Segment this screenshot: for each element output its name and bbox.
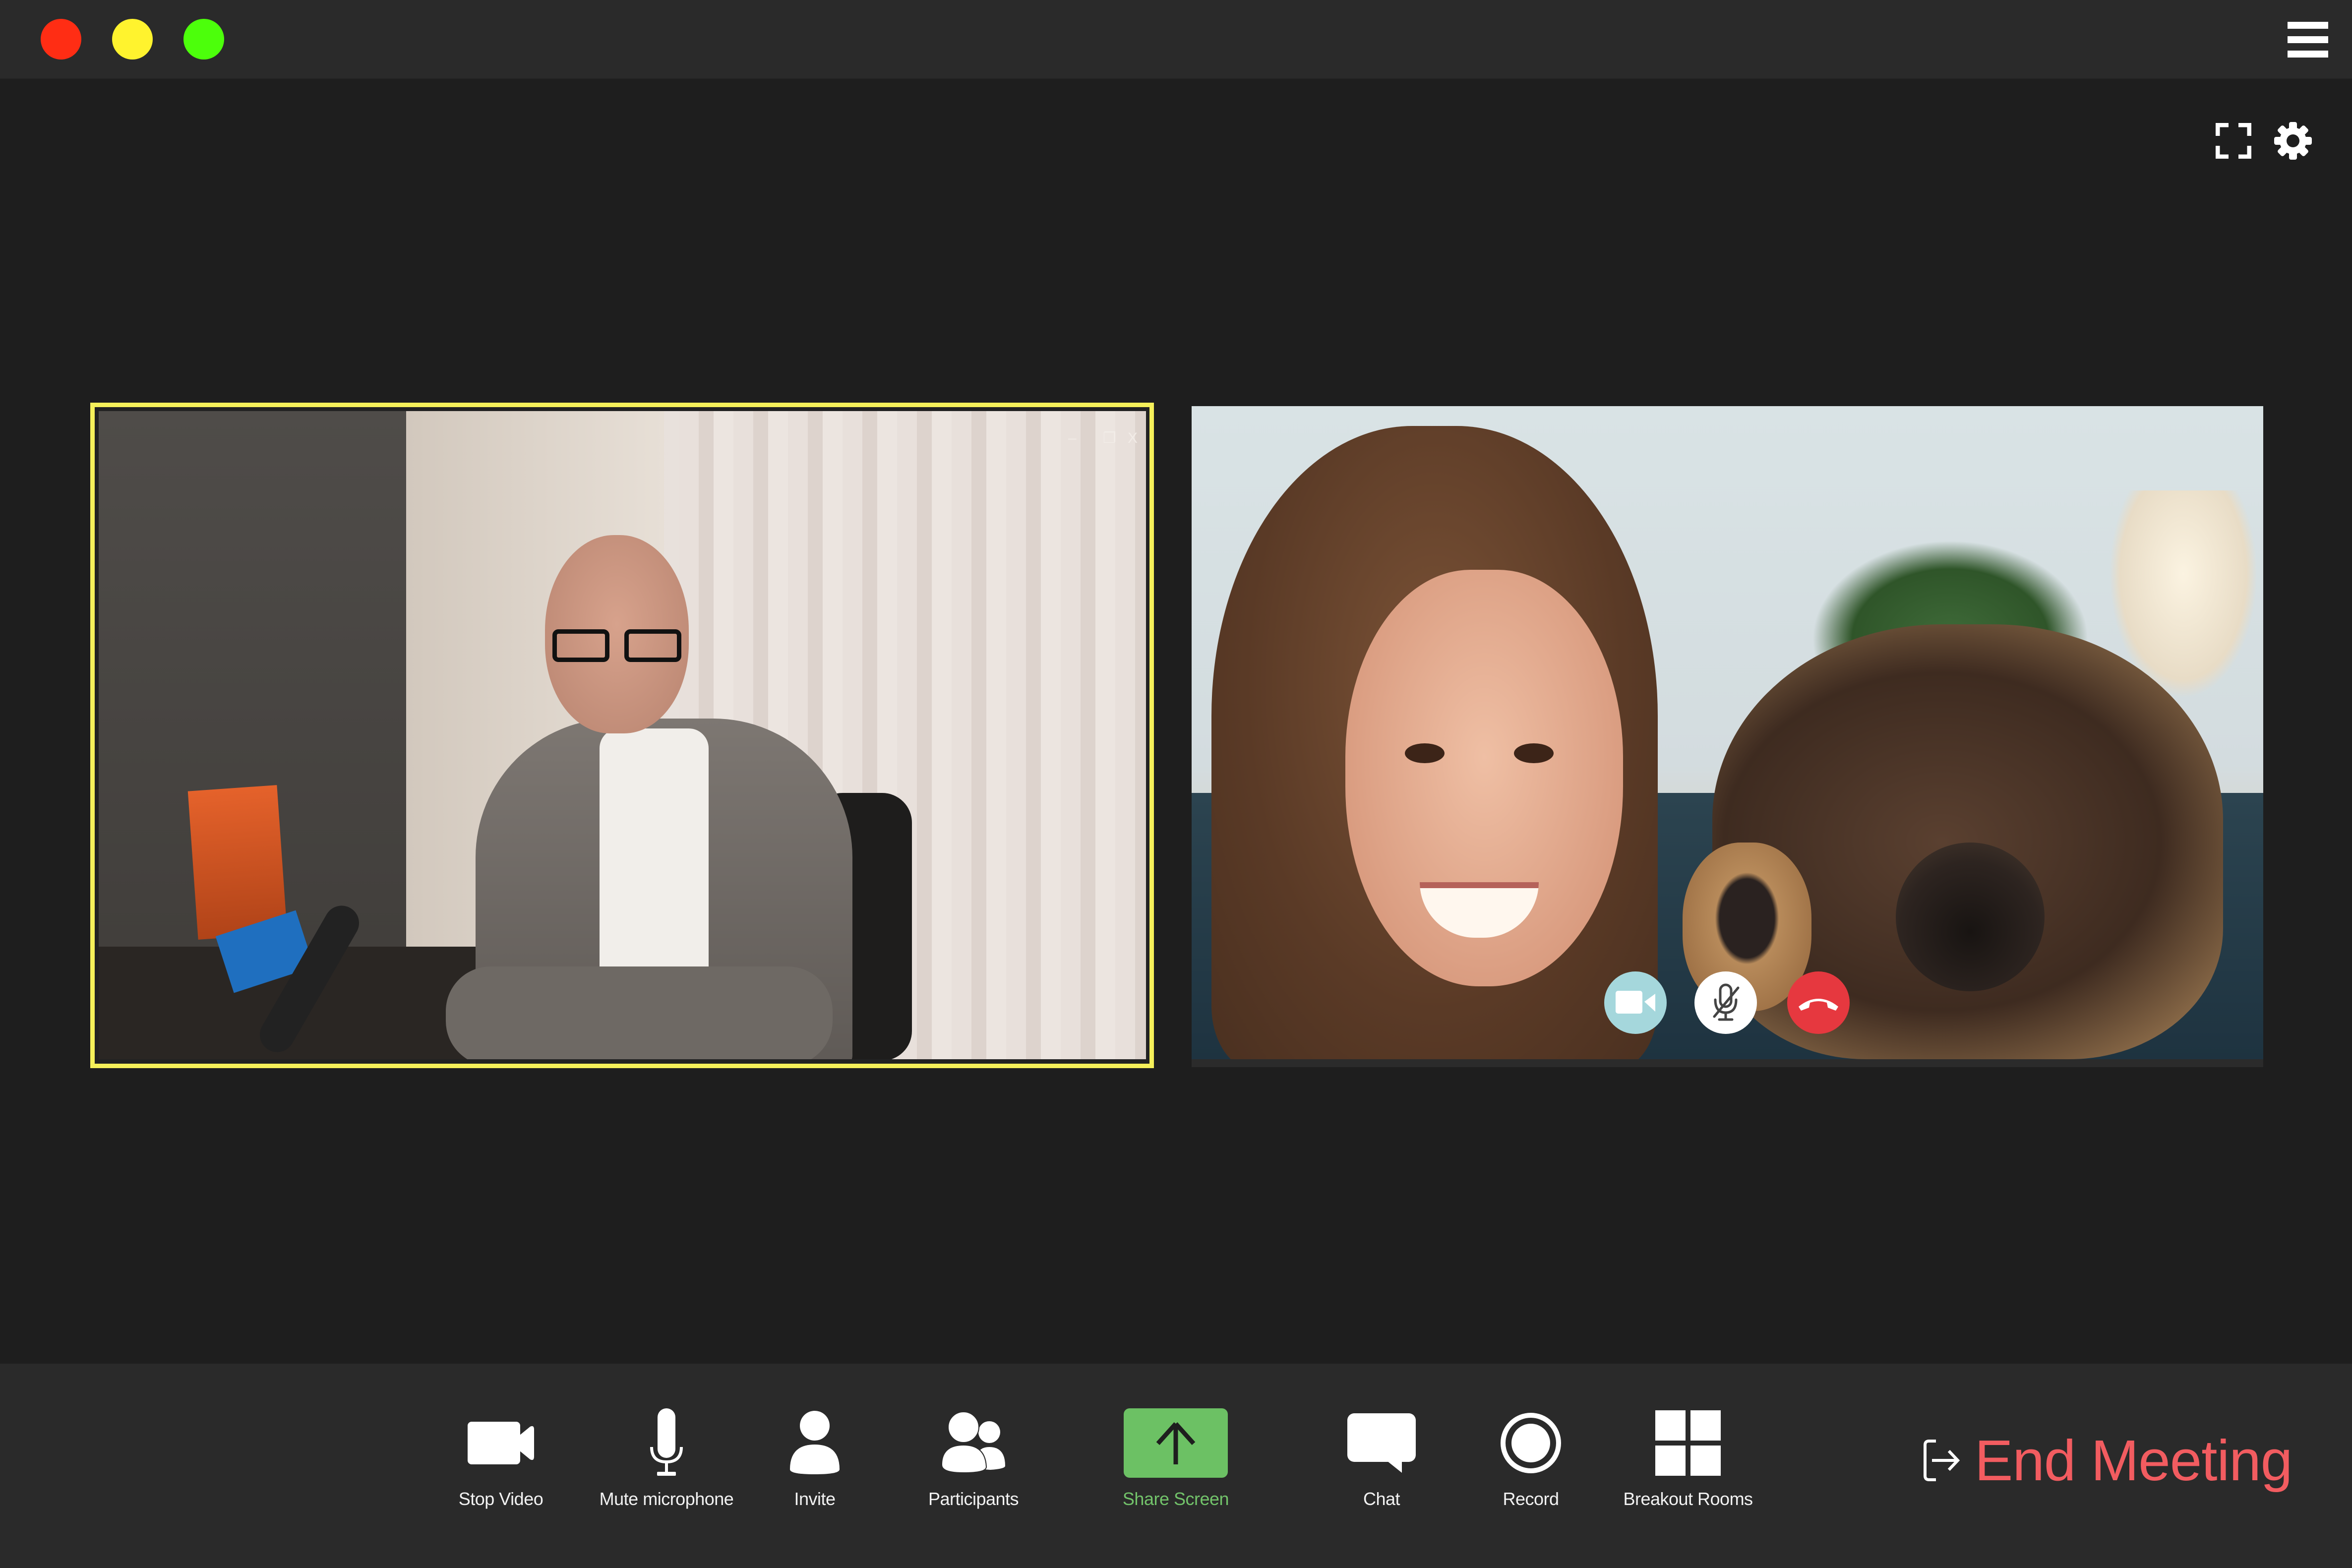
participant-video-feed bbox=[99, 411, 1146, 1059]
share-screen-button[interactable]: Share Screen bbox=[1086, 1403, 1265, 1522]
grid-icon bbox=[1655, 1410, 1721, 1476]
overlay-video-button[interactable] bbox=[1604, 971, 1667, 1034]
end-meeting-label: End Meeting bbox=[1975, 1428, 2292, 1493]
breakout-rooms-button[interactable]: Breakout Rooms bbox=[1599, 1403, 1777, 1522]
people-icon bbox=[941, 1412, 1005, 1474]
record-icon bbox=[1501, 1413, 1561, 1473]
end-meeting-button[interactable]: End Meeting bbox=[1923, 1428, 2292, 1493]
hamburger-bar bbox=[2288, 22, 2328, 29]
hamburger-bar bbox=[2288, 51, 2328, 58]
maximize-window-button[interactable] bbox=[183, 19, 224, 60]
overlay-hangup-button[interactable] bbox=[1787, 971, 1850, 1034]
breakout-rooms-label: Breakout Rooms bbox=[1623, 1489, 1753, 1509]
video-camera-icon bbox=[468, 1422, 534, 1464]
participant-video-feed bbox=[1192, 406, 2263, 1059]
title-bar bbox=[0, 0, 2352, 79]
close-window-button[interactable] bbox=[41, 19, 81, 60]
video-close-icon[interactable]: X bbox=[1128, 431, 1138, 446]
participants-button[interactable]: Participants bbox=[884, 1403, 1063, 1522]
participant-figure bbox=[552, 629, 681, 664]
microphone-icon bbox=[650, 1408, 683, 1476]
share-arrow-icon bbox=[1156, 1422, 1196, 1464]
phone-hangup-icon bbox=[1799, 999, 1838, 1011]
video-tile-footer bbox=[1192, 1059, 2263, 1067]
participants-label: Participants bbox=[928, 1489, 1019, 1509]
settings-button[interactable] bbox=[2273, 121, 2313, 161]
video-camera-icon bbox=[1616, 991, 1655, 1014]
video-minimize-icon[interactable]: – bbox=[1068, 431, 1077, 446]
video-tile-speaker[interactable]: – ❐ X bbox=[99, 411, 1146, 1059]
meeting-toolbar: Stop Video Mute microphone Invite Partic… bbox=[0, 1364, 2352, 1568]
minimize-window-button[interactable] bbox=[112, 19, 153, 60]
share-screen-label: Share Screen bbox=[1122, 1489, 1229, 1509]
participant-figure bbox=[1514, 743, 1554, 763]
mic-off-icon bbox=[1713, 983, 1740, 1021]
share-screen-icon-box bbox=[1124, 1408, 1228, 1478]
hamburger-icon[interactable] bbox=[2288, 20, 2328, 60]
fullscreen-button[interactable] bbox=[2215, 122, 2252, 159]
chat-bubble-icon bbox=[1347, 1413, 1416, 1473]
video-restore-icon[interactable]: ❐ bbox=[1103, 431, 1116, 446]
participant-figure bbox=[600, 728, 709, 1006]
participant-figure bbox=[1405, 743, 1445, 763]
person-icon bbox=[790, 1411, 840, 1474]
video-background bbox=[187, 785, 288, 940]
participant-figure bbox=[446, 966, 833, 1059]
dog-figure bbox=[1896, 843, 2045, 991]
gear-icon bbox=[2274, 122, 2312, 160]
fullscreen-icon bbox=[2215, 122, 2252, 159]
exit-icon bbox=[1924, 1440, 1960, 1481]
hamburger-bar bbox=[2288, 36, 2328, 43]
video-tile-guest[interactable] bbox=[1192, 406, 2263, 1059]
overlay-mute-button[interactable] bbox=[1694, 971, 1757, 1034]
